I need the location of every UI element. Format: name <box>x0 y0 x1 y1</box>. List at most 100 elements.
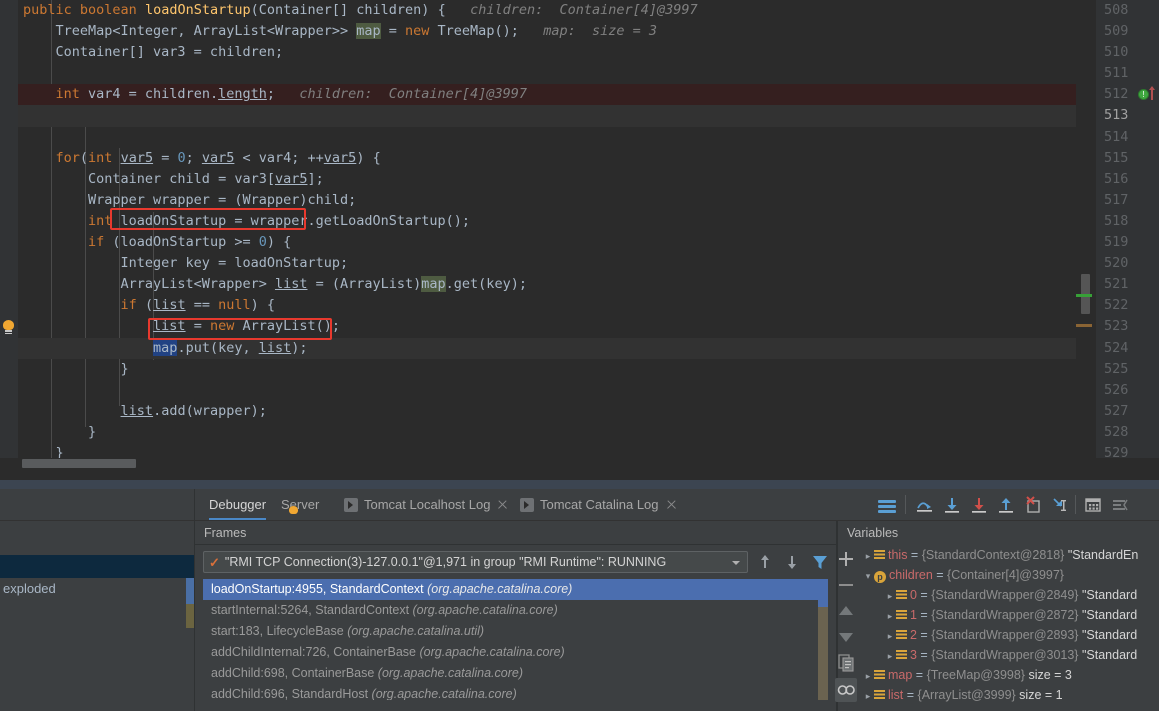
code-line-518[interactable]: int loadOnStartup = wrapper.getLoadOnSta… <box>18 211 1081 232</box>
editor-horizontal-scrollbar[interactable] <box>0 458 1159 469</box>
frame-package: (org.apache.catalina.core) <box>412 603 558 617</box>
code-editor[interactable]: public boolean loadOnStartup(Container[]… <box>0 0 1159 480</box>
tab-tomcat-localhost-log[interactable]: Tomcat Localhost Log <box>344 489 508 520</box>
code-line-514[interactable] <box>18 127 1081 148</box>
editor-marker-strip[interactable] <box>1076 0 1096 458</box>
frame-row[interactable]: addChild:696, StandardHost (org.apache.c… <box>203 684 828 700</box>
field-icon: p <box>874 571 886 583</box>
tab-tomcat-catalina-log[interactable]: Tomcat Catalina Log <box>520 489 677 520</box>
code-line-521[interactable]: ArrayList<Wrapper> list = (ArrayList)map… <box>18 274 1081 295</box>
step-into-icon[interactable] <box>942 495 962 515</box>
close-icon[interactable] <box>496 499 508 511</box>
code-line-523[interactable]: list = new ArrayList(); <box>18 316 1081 337</box>
step-out-icon[interactable] <box>996 495 1016 515</box>
code-line-509[interactable]: TreeMap<Integer, ArrayList<Wrapper>> map… <box>18 21 1081 42</box>
chevron-down-icon[interactable] <box>732 561 740 565</box>
code-token: ; <box>266 86 275 103</box>
code-line-522[interactable]: if (list == null) { <box>18 295 1081 316</box>
code-line-512[interactable]: int var4 = children.length; children: Co… <box>18 84 1081 106</box>
show-execution-point-icon[interactable] <box>877 495 897 515</box>
code-line-511[interactable] <box>18 63 1081 84</box>
left-panel-selected-row[interactable] <box>0 555 195 578</box>
copy-value-button[interactable] <box>835 651 857 675</box>
code-line-524[interactable]: map.put(key, list); <box>18 337 1081 359</box>
evaluate-expression-icon[interactable] <box>1083 495 1103 515</box>
code-token: var5 <box>274 170 308 187</box>
editor-horizontal-scrollbar-thumb[interactable] <box>22 459 136 468</box>
frames-down-button[interactable] <box>785 552 805 572</box>
variable-row[interactable]: ▸ 0 = {StandardWrapper@2849} "Standard <box>858 585 1159 605</box>
frame-row[interactable]: addChildInternal:726, ContainerBase (org… <box>203 642 828 663</box>
frame-row[interactable]: addChild:698, ContainerBase (org.apache.… <box>203 663 828 684</box>
code-line-517[interactable]: Wrapper wrapper = (Wrapper)child; <box>18 190 1081 211</box>
code-token: map <box>153 339 178 356</box>
code-token: ( <box>144 297 154 314</box>
chevron-right-icon[interactable]: ▸ <box>884 606 896 626</box>
close-icon[interactable] <box>665 499 677 511</box>
code-line-513[interactable] <box>18 105 1081 127</box>
tab-server[interactable]: Server <box>281 489 319 520</box>
variables-scrollbar[interactable] <box>1151 545 1159 711</box>
remove-watch-button[interactable] <box>835 573 857 597</box>
chevron-right-icon[interactable]: ▸ <box>884 646 896 666</box>
run-to-cursor-icon[interactable] <box>1050 495 1070 515</box>
code-lines[interactable]: public boolean loadOnStartup(Container[]… <box>18 0 1081 458</box>
intention-bulb-icon[interactable] <box>2 320 15 334</box>
variables-tree[interactable]: ▸ this = {StandardContext@2818} "Standard… <box>858 545 1159 711</box>
line-number-524: 524 <box>1104 339 1129 356</box>
step-over-icon[interactable] <box>915 495 935 515</box>
code-line-515[interactable]: for(int var5 = 0; var5 < var4; ++var5) { <box>18 148 1081 169</box>
move-down-button[interactable] <box>835 625 857 649</box>
code-token: var5 <box>323 149 357 166</box>
frames-up-button[interactable] <box>758 552 778 572</box>
code-token: } <box>23 444 64 458</box>
variable-row[interactable]: ▾ p children = {Container[4]@3997} <box>858 565 1159 585</box>
toolwindow-separator[interactable] <box>0 480 1159 489</box>
frames-filter-button[interactable] <box>810 552 830 572</box>
settings-layout-icon[interactable] <box>1110 495 1130 515</box>
variable-row[interactable]: ▸ this = {StandardContext@2818} "Standard… <box>858 545 1159 565</box>
tab-debugger[interactable]: Debugger <box>209 489 267 520</box>
code-line-520[interactable]: Integer key = loadOnStartup; <box>18 253 1081 274</box>
chevron-right-icon[interactable]: ▸ <box>884 586 896 606</box>
add-watch-button[interactable] <box>835 547 857 571</box>
left-panel-stub[interactable]: exploded <box>0 489 195 711</box>
code-line-516[interactable]: Container child = var3[var5]; <box>18 169 1081 190</box>
chevron-down-icon[interactable]: ▾ <box>862 566 874 586</box>
frames-scrollbar-track[interactable] <box>818 607 828 700</box>
variable-row[interactable]: ▸ list = {ArrayList@3999} size = 1 <box>858 685 1159 705</box>
chevron-right-icon[interactable]: ▸ <box>862 546 874 566</box>
variable-row[interactable]: ▸ 1 = {StandardWrapper@2872} "Standard <box>858 605 1159 625</box>
frame-row[interactable]: startInternal:5264, StandardContext (org… <box>203 600 828 621</box>
thread-selector-combobox[interactable]: ✓ "RMI TCP Connection(3)-127.0.0.1"@1,97… <box>203 551 748 573</box>
chevron-right-icon[interactable]: ▸ <box>862 666 874 686</box>
breakpoint-icon[interactable]: ! <box>1138 89 1149 101</box>
code-line-527[interactable]: list.add(wrapper); <box>18 401 1081 422</box>
code-line-528[interactable]: } <box>18 422 1081 443</box>
frame-row[interactable]: start:183, LifecycleBase (org.apache.cat… <box>203 621 828 642</box>
editor-left-gutter[interactable] <box>0 0 18 458</box>
frames-list[interactable]: loadOnStartup:4955, StandardContext (org… <box>203 579 828 700</box>
drop-frame-icon[interactable] <box>1023 495 1043 515</box>
code-token: public <box>23 2 80 18</box>
code-line-525[interactable]: } <box>18 359 1081 380</box>
code-line-510[interactable]: Container[] var3 = children; <box>18 42 1081 63</box>
move-up-button[interactable] <box>835 599 857 623</box>
variable-row[interactable]: ▸ 3 = {StandardWrapper@3013} "Standard <box>858 645 1159 665</box>
variable-row[interactable]: ▸ 2 = {StandardWrapper@2893} "Standard <box>858 625 1159 645</box>
line-number-518: 518 <box>1104 212 1129 229</box>
code-line-529[interactable]: } <box>18 443 1081 458</box>
code-token: ArrayList(); <box>242 318 341 335</box>
code-line-526[interactable] <box>18 380 1081 401</box>
watches-button[interactable] <box>835 678 857 702</box>
force-step-into-icon[interactable] <box>969 495 989 515</box>
code-line-508[interactable]: public boolean loadOnStartup(Container[]… <box>18 0 1081 21</box>
code-line-519[interactable]: if (loadOnStartup >= 0) { <box>18 232 1081 253</box>
variable-reference: {StandardWrapper@2849} <box>931 588 1079 602</box>
frames-scrollbar-thumb[interactable] <box>818 579 828 607</box>
variable-row[interactable]: ▸ map = {TreeMap@3998} size = 3 <box>858 665 1159 685</box>
frame-row[interactable]: loadOnStartup:4955, StandardContext (org… <box>203 579 828 600</box>
chevron-right-icon[interactable]: ▸ <box>862 686 874 706</box>
chevron-right-icon[interactable]: ▸ <box>884 626 896 646</box>
